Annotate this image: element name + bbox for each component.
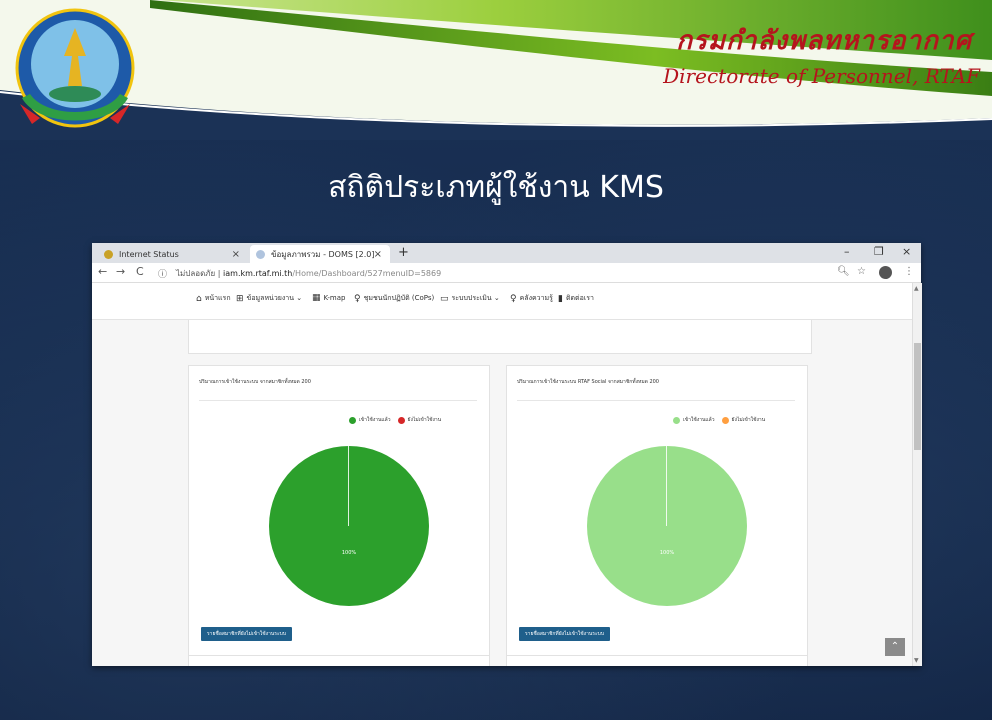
scroll-down-icon[interactable]: ▼ xyxy=(914,657,919,664)
usage-card: ปริมาณการเข้าใช้งานระบบ จากสมาชิกทั้งหมด… xyxy=(188,365,490,657)
maximize-button[interactable]: ❐ xyxy=(874,245,884,258)
rtaf-social-usage-card: ปริมาณการเข้าใช้งานระบบ RTAF Social จากส… xyxy=(506,365,808,657)
divider xyxy=(517,400,795,401)
organization-name-english: Directorate of Personnel, RTAF xyxy=(663,64,980,88)
nav-knowledge[interactable]: ♀ คลังความรู้ xyxy=(510,293,553,304)
nav-label: ข้อมูลหน่วยงาน ⌄ xyxy=(246,294,303,302)
url-separator: | xyxy=(217,269,221,278)
book-icon: ▮ xyxy=(558,293,563,304)
globe-icon xyxy=(104,249,113,259)
nav-cops[interactable]: ♀ ชุมชนนักปฏิบัติ (CoPs) xyxy=(354,293,434,304)
scroll-up-icon[interactable]: ▲ xyxy=(914,285,919,292)
pie-slice-edge xyxy=(666,446,667,526)
page-viewport: ⌂ หน้าแรก ⊞ ข้อมูลหน่วยงาน ⌄ ▦ K-map ♀ ชุมชน… xyxy=(92,283,912,666)
legend-label[interactable]: ยังไม่เข้าใช้งาน xyxy=(408,416,442,424)
divider xyxy=(199,400,477,401)
nav-label: ติดต่อเรา xyxy=(565,294,594,302)
zoom-icon[interactable]: 🔍︎ xyxy=(837,266,850,277)
slide-title: สถิติประเภทผู้ใช้งาน KMS xyxy=(328,170,664,205)
back-to-top-button[interactable]: ⌃ xyxy=(885,638,905,656)
next-card xyxy=(506,655,808,666)
info-icon[interactable]: ⓘ xyxy=(158,267,167,280)
nav-label: หน้าแรก xyxy=(204,294,231,302)
home-icon: ⌂ xyxy=(196,293,202,304)
new-tab-button[interactable]: + xyxy=(398,245,409,260)
scrollbar-thumb[interactable] xyxy=(914,343,921,450)
card-title: ปริมาณการเข้าใช้งานระบบ จากสมาชิกทั้งหมด… xyxy=(199,379,311,385)
page-scrollbar[interactable]: ▲ ▼ xyxy=(912,283,922,666)
unused-members-button[interactable]: รายชื่อสมาชิกที่ยังไม่เข้าใช้งานระบบ xyxy=(201,627,293,641)
nav-home[interactable]: ⌂ หน้าแรก xyxy=(196,293,231,304)
menu-icon[interactable]: ⋮ xyxy=(904,266,914,277)
close-tab-icon[interactable]: × xyxy=(374,249,382,260)
legend-swatch xyxy=(349,416,356,424)
pie-chart[interactable]: 100% xyxy=(587,446,747,606)
close-tab-icon[interactable]: × xyxy=(232,249,240,260)
pie-chart[interactable]: 100% xyxy=(269,446,429,606)
next-card xyxy=(188,655,490,666)
nav-kmap[interactable]: ▦ K-map xyxy=(312,293,345,303)
legend-swatch xyxy=(673,416,680,424)
bulb-icon: ♀ xyxy=(510,293,517,304)
page-icon xyxy=(256,249,265,259)
nav-unit-info[interactable]: ⊞ ข้อมูลหน่วยงาน ⌄ xyxy=(236,293,302,304)
star-icon[interactable]: ☆ xyxy=(857,266,866,277)
rtaf-seal-logo xyxy=(15,8,135,128)
nav-label: ชุมชนนักปฏิบัติ (CoPs) xyxy=(363,294,435,302)
bulb-icon: ♀ xyxy=(354,293,361,304)
tab-internet-status[interactable]: Internet Status × xyxy=(98,245,248,263)
tab-dashboard[interactable]: ข้อมูลภาพรวม - DOMS [2.0] × xyxy=(250,245,390,263)
nav-label: คลังความรู้ xyxy=(519,294,553,302)
site-navbar: ⌂ หน้าแรก ⊞ ข้อมูลหน่วยงาน ⌄ ▦ K-map ♀ ชุมชน… xyxy=(92,283,912,320)
pie-data-label: 100% xyxy=(659,550,675,556)
legend-swatch xyxy=(721,416,729,424)
tab-label: Internet Status xyxy=(119,249,179,259)
url-host: iam.km.rtaf.mi.th xyxy=(223,269,293,278)
chart-legend: เข้าใช้งานแล้ว ยังไม่เข้าใช้งาน xyxy=(673,416,765,424)
legend-label[interactable]: เข้าใช้งานแล้ว xyxy=(683,416,715,424)
forward-arrow-icon[interactable]: → xyxy=(116,265,125,278)
unused-members-button[interactable]: รายชื่อสมาชิกที่ยังไม่เข้าใช้งานระบบ xyxy=(519,627,611,641)
address-bar[interactable]: ไม่ปลอดภัย | iam.km.rtaf.mi.th/Home/Dash… xyxy=(176,267,441,280)
legend-label[interactable]: เข้าใช้งานแล้ว xyxy=(359,416,391,424)
security-label: ไม่ปลอดภัย xyxy=(176,269,216,278)
legend-label[interactable]: ยังไม่เข้าใช้งาน xyxy=(732,416,766,424)
close-window-button[interactable]: × xyxy=(902,245,911,258)
card-title: ปริมาณการเข้าใช้งานระบบ RTAF Social จากส… xyxy=(517,379,659,385)
minimize-button[interactable]: – xyxy=(844,245,850,258)
pie-data-label: 100% xyxy=(341,550,357,556)
nav-label: ระบบประเมิน ⌄ xyxy=(451,294,500,302)
url-path: /Home/Dashboard/527menuID=5869 xyxy=(292,269,442,278)
pie-slice-edge xyxy=(348,446,349,526)
legend-swatch xyxy=(397,416,405,424)
grid-icon: ⊞ xyxy=(236,293,244,304)
summary-card xyxy=(188,320,812,354)
nav-label: K-map xyxy=(323,294,346,302)
nav-evaluation[interactable]: ▭ ระบบประเมิน ⌄ xyxy=(440,293,500,304)
chart-legend: เข้าใช้งานแล้ว ยังไม่เข้าใช้งาน xyxy=(349,416,441,424)
nav-contact[interactable]: ▮ ติดต่อเรา xyxy=(558,293,594,304)
address-bar-row: ← → C ⓘ ไม่ปลอดภัย | iam.km.rtaf.mi.th/H… xyxy=(92,263,921,283)
tab-label: ข้อมูลภาพรวม - DOMS [2.0] xyxy=(271,249,375,259)
map-icon: ▦ xyxy=(312,293,321,303)
organization-name-thai: กรมกำลังพลทหารอากาศ xyxy=(676,26,972,56)
tab-bar: Internet Status × ข้อมูลภาพรวม - DOMS [2… xyxy=(92,243,921,263)
profile-avatar[interactable] xyxy=(879,266,892,279)
browser-window: Internet Status × ข้อมูลภาพรวม - DOMS [2… xyxy=(92,243,922,666)
folder-icon: ▭ xyxy=(440,293,449,304)
reload-icon[interactable]: C xyxy=(136,265,144,278)
back-arrow-icon[interactable]: ← xyxy=(98,265,107,278)
